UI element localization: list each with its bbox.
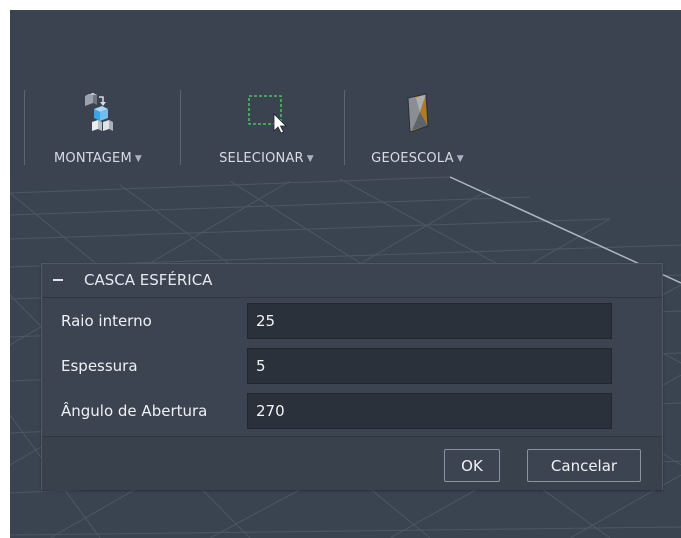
montagem-tool[interactable]: MONTAGEM ▼ bbox=[39, 85, 157, 175]
toolbar-separator bbox=[24, 90, 25, 165]
raio-interno-input[interactable] bbox=[247, 303, 612, 339]
toolbar-separator bbox=[180, 90, 181, 165]
assembly-icon bbox=[85, 93, 113, 131]
app-window: MONTAGEM ▼ SELECIONAR ▼ GEOESCOLA ▼ CASC… bbox=[10, 10, 681, 538]
field-row-espessura: Espessura bbox=[42, 346, 662, 386]
geoescola-tool[interactable]: GEOESCOLA ▼ bbox=[355, 85, 480, 175]
montagem-label: MONTAGEM ▼ bbox=[54, 151, 142, 166]
casca-esferica-dialog: CASCA ESFÉRICA Raio interno Espessura Ân… bbox=[41, 263, 663, 490]
espessura-label: Espessura bbox=[61, 357, 138, 375]
field-row-angulo-abertura: Ângulo de Abertura bbox=[42, 391, 662, 431]
chevron-down-icon: ▼ bbox=[134, 154, 142, 164]
geoescola-icon bbox=[406, 93, 429, 133]
dialog-header: CASCA ESFÉRICA bbox=[42, 264, 662, 298]
selecionar-label: SELECIONAR ▼ bbox=[219, 151, 314, 166]
dialog-footer: OK Cancelar bbox=[42, 436, 662, 490]
geoescola-label: GEOESCOLA ▼ bbox=[371, 151, 464, 166]
ok-button[interactable]: OK bbox=[444, 449, 500, 482]
angulo-abertura-label: Ângulo de Abertura bbox=[61, 402, 208, 420]
toolbar-separator bbox=[344, 90, 345, 165]
dialog-title: CASCA ESFÉRICA bbox=[84, 271, 213, 289]
field-row-raio-interno: Raio interno bbox=[42, 301, 662, 341]
cancel-button[interactable]: Cancelar bbox=[527, 449, 641, 482]
chevron-down-icon: ▼ bbox=[306, 154, 314, 164]
espessura-input[interactable] bbox=[247, 348, 612, 384]
raio-interno-label: Raio interno bbox=[61, 312, 152, 330]
select-icon bbox=[247, 95, 287, 134]
selecionar-tool[interactable]: SELECIONAR ▼ bbox=[194, 85, 339, 175]
toolbar: MONTAGEM ▼ SELECIONAR ▼ GEOESCOLA ▼ bbox=[10, 10, 681, 180]
chevron-down-icon: ▼ bbox=[456, 154, 464, 164]
collapse-icon[interactable] bbox=[53, 279, 63, 281]
angulo-abertura-input[interactable] bbox=[247, 393, 612, 429]
